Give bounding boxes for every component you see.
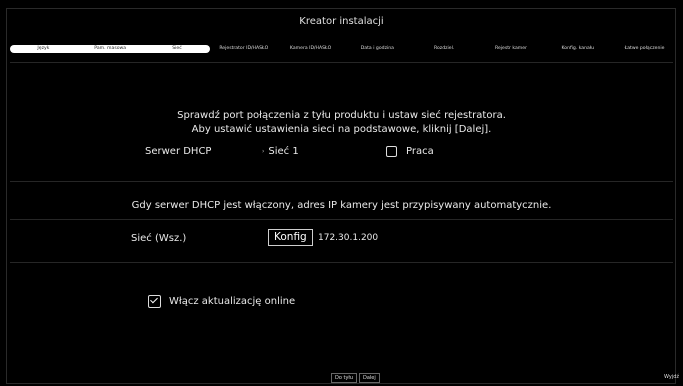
step-date-time[interactable]: Data i godzina bbox=[344, 45, 411, 53]
online-update-checkbox[interactable] bbox=[148, 295, 161, 308]
ip-address: 172.30.1.200 bbox=[318, 233, 379, 243]
chevron-right-icon: › bbox=[262, 148, 265, 155]
divider bbox=[10, 219, 673, 220]
divider bbox=[10, 181, 673, 182]
step-camera-id[interactable]: Kamera ID/HASŁO bbox=[277, 45, 344, 53]
work-checkbox[interactable] bbox=[386, 146, 397, 157]
step-easy-connection[interactable]: Łatwe połączenie bbox=[611, 45, 678, 53]
intro-text: Sprawdź port połączenia z tyłu produktu … bbox=[0, 109, 683, 137]
wizard-steps: Język Pam. masowa Sieć Rejestrator ID/HA… bbox=[10, 45, 678, 53]
dhcp-network-value: Sieć 1 bbox=[268, 146, 299, 157]
online-update-label: Włącz aktualizację online bbox=[169, 296, 296, 307]
step-channel-config[interactable]: Konfig. kanału bbox=[544, 45, 611, 53]
intro-line-2: Aby ustawić ustawienia sieci na podstawo… bbox=[191, 124, 492, 135]
step-camera-register[interactable]: Rejestr kamer bbox=[478, 45, 545, 53]
dhcp-label: Serwer DHCP bbox=[145, 146, 212, 157]
next-button[interactable]: Dalej bbox=[359, 373, 380, 383]
dhcp-info-text: Gdy serwer DHCP jest włączony, adres IP … bbox=[131, 200, 552, 211]
step-resolution[interactable]: Rozdziel. bbox=[411, 45, 478, 53]
window-title: Kreator instalacji bbox=[299, 16, 384, 27]
back-button[interactable]: Do tyłu bbox=[331, 373, 358, 383]
exit-button[interactable]: Wyjdź bbox=[661, 373, 682, 383]
divider bbox=[10, 262, 673, 263]
intro-line-1: Sprawdź port połączenia z tyłu produktu … bbox=[177, 110, 506, 121]
config-button[interactable]: Konfig bbox=[268, 229, 313, 246]
step-storage[interactable]: Pam. masowa bbox=[76, 45, 144, 53]
wizard-frame bbox=[6, 8, 676, 384]
dhcp-network-select[interactable]: › Sieć 1 bbox=[262, 146, 299, 157]
step-network[interactable]: Sieć bbox=[143, 45, 211, 53]
network-label: Sieć (Wsz.) bbox=[131, 233, 187, 244]
divider bbox=[10, 62, 673, 63]
step-recorder-id[interactable]: Rejestrator ID/HASŁO bbox=[210, 45, 277, 53]
work-label: Praca bbox=[406, 146, 434, 157]
step-language[interactable]: Język bbox=[10, 45, 77, 53]
